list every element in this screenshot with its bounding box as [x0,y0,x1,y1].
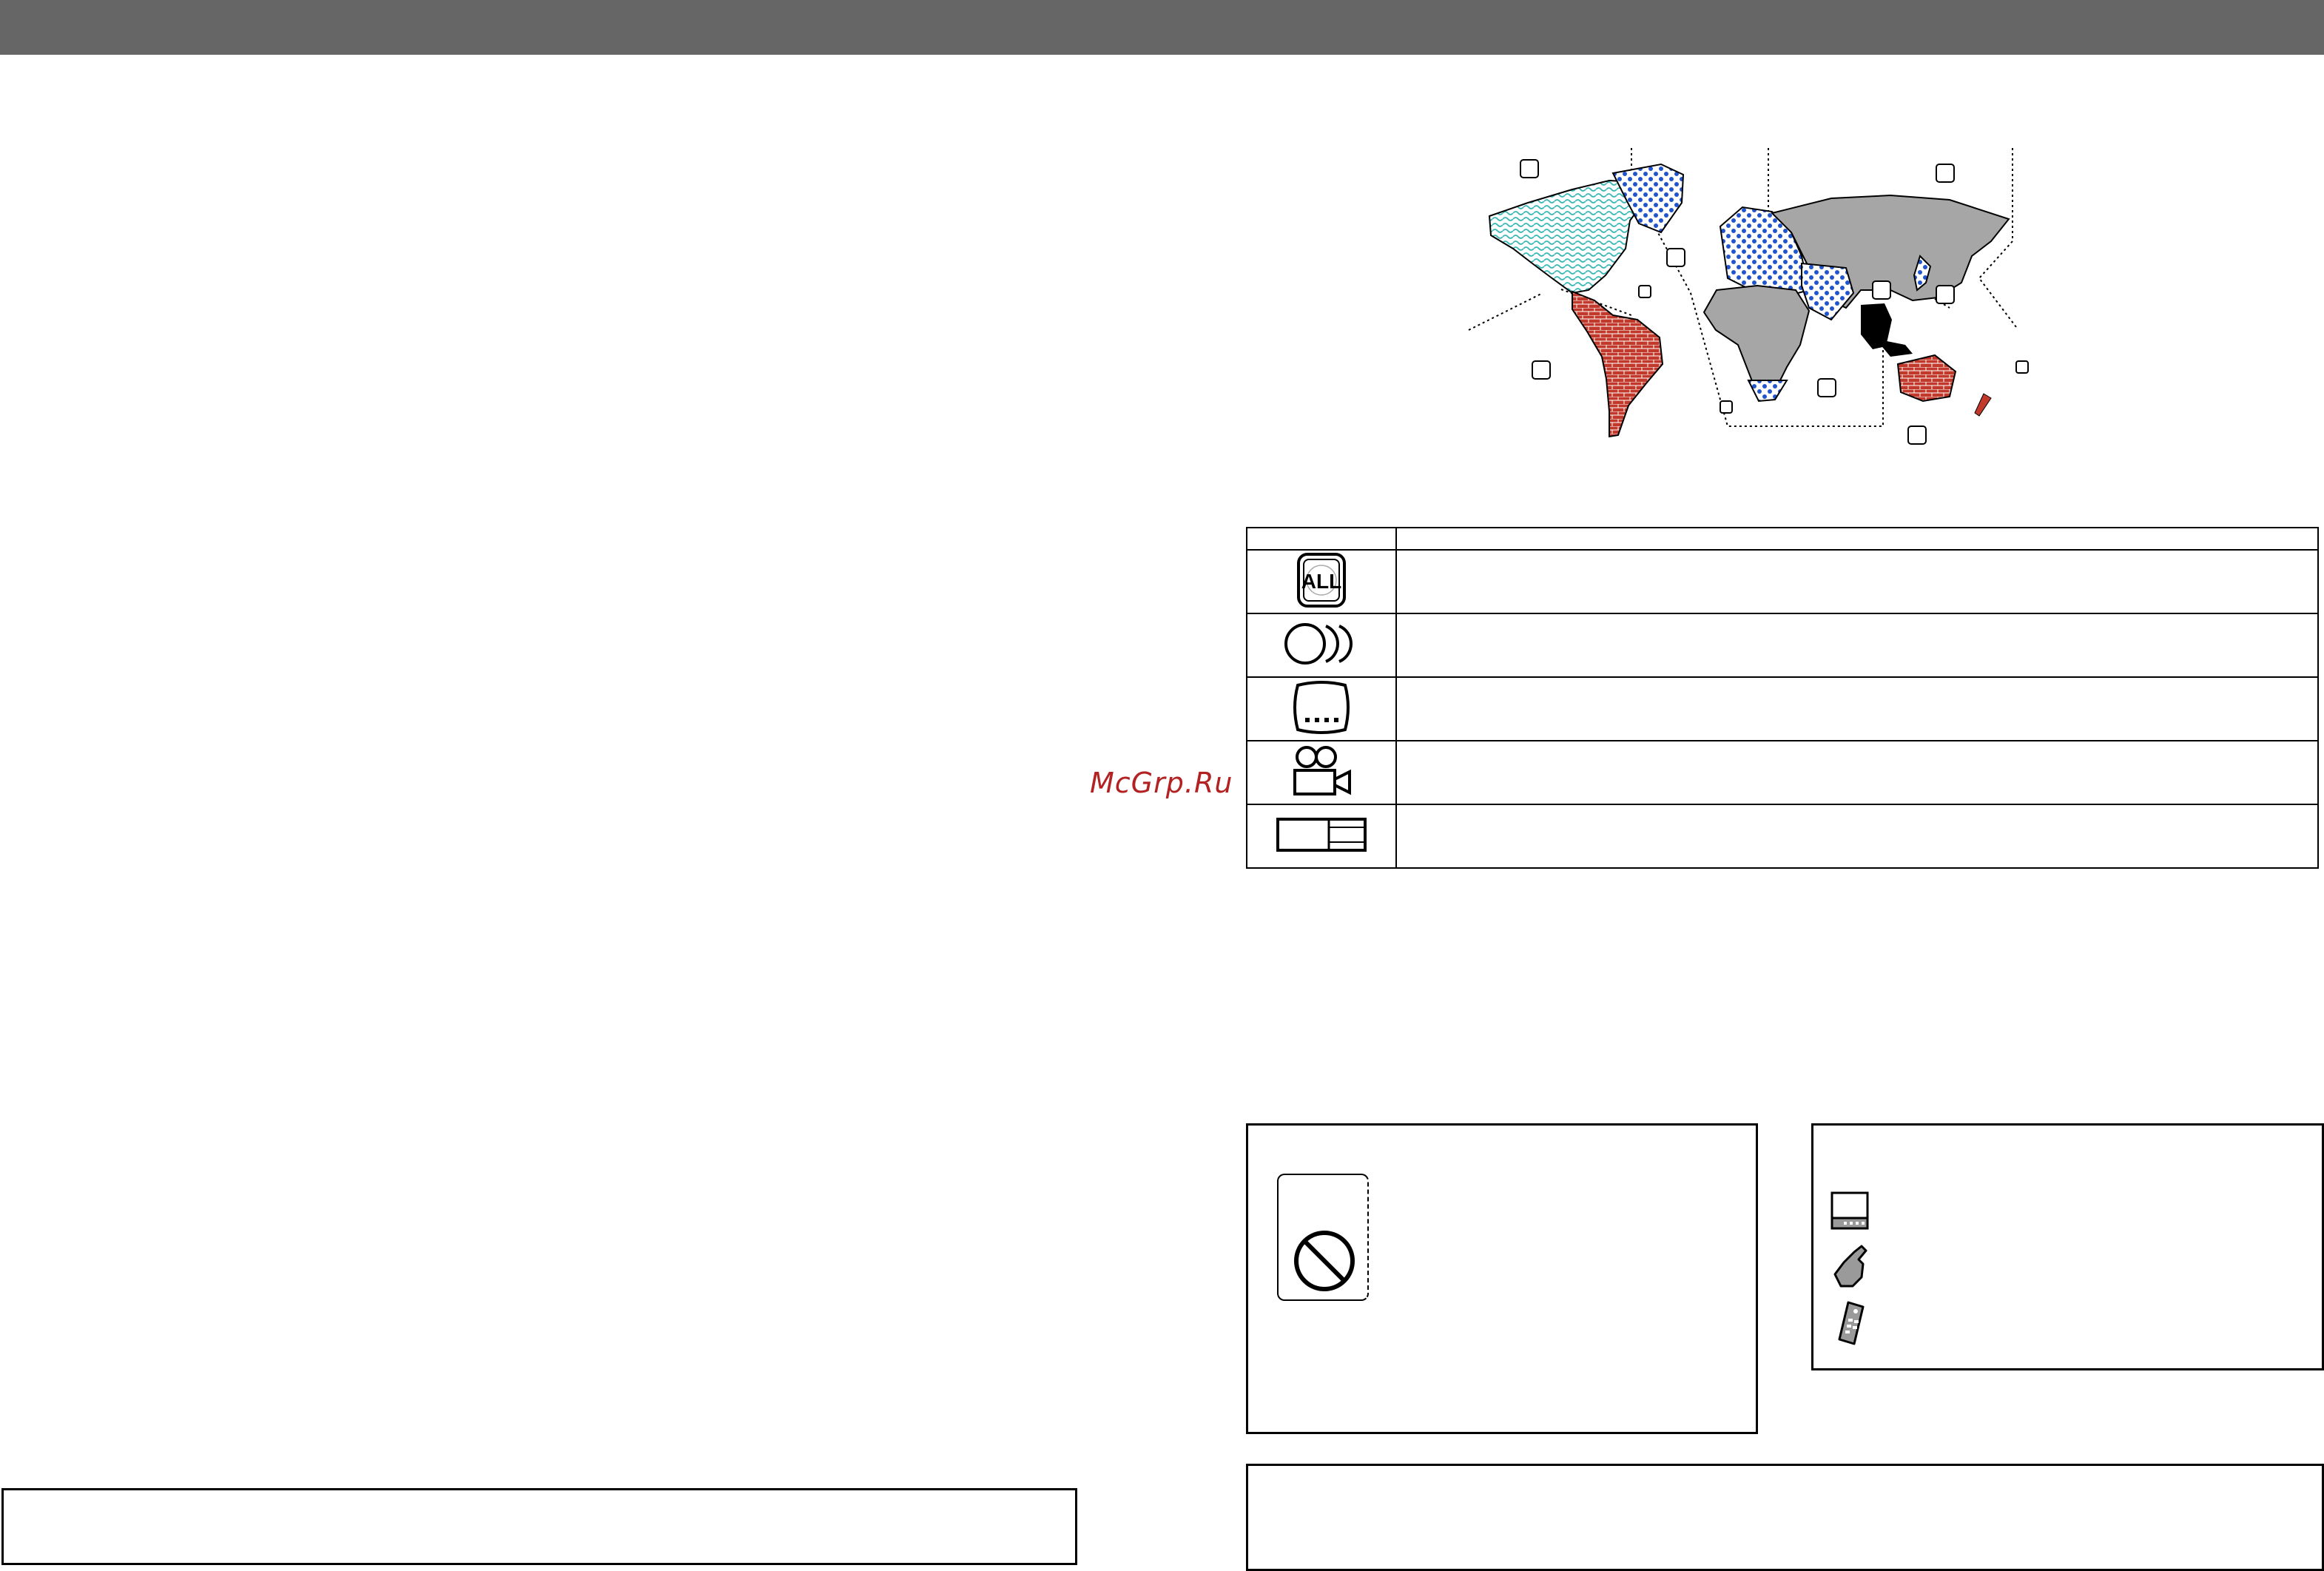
region-number-icon [1936,285,1955,304]
table-row: ALL [1246,549,2319,614]
note-box-left [1,1488,1077,1565]
remote-control-icon [1838,1301,1865,1345]
region-number-icon [1520,159,1539,178]
touch-hand-icon [1833,1245,1867,1288]
note-box-right [1246,1464,2324,1571]
region-number-icon [1907,425,1927,445]
region-number-icon [1872,280,1891,300]
camera-angles-icon [1293,745,1351,795]
table-row [1246,613,2319,678]
aspect-ratio-icon [1276,817,1367,852]
region-number-icon [2015,360,2029,374]
region-number-icon [1532,360,1551,380]
prohibited-icon [1294,1231,1355,1291]
subtitle-languages-icon [1293,680,1350,734]
region-map [1468,148,2029,445]
monitor-icon [1830,1191,1869,1230]
table-header-row [1246,527,2319,551]
region-number-icon [1817,378,1836,397]
region-number-icon [1936,164,1955,183]
svg-text:ALL: ALL [1301,570,1341,593]
operation-legend-box [1811,1123,2324,1370]
table-row [1246,804,2319,869]
watermark: McGrp.Ru [1090,767,1233,799]
table-row [1246,676,2319,741]
all-regions-icon: ALL [1297,552,1346,608]
region-number-icon [1720,400,1733,414]
header-bar [0,0,2324,55]
table-row [1246,740,2319,805]
region-number-icon [1666,248,1685,267]
audio-languages-icon [1284,622,1353,665]
region-number-icon [1638,285,1651,298]
disc-symbol-table: ALL [1246,527,2319,869]
